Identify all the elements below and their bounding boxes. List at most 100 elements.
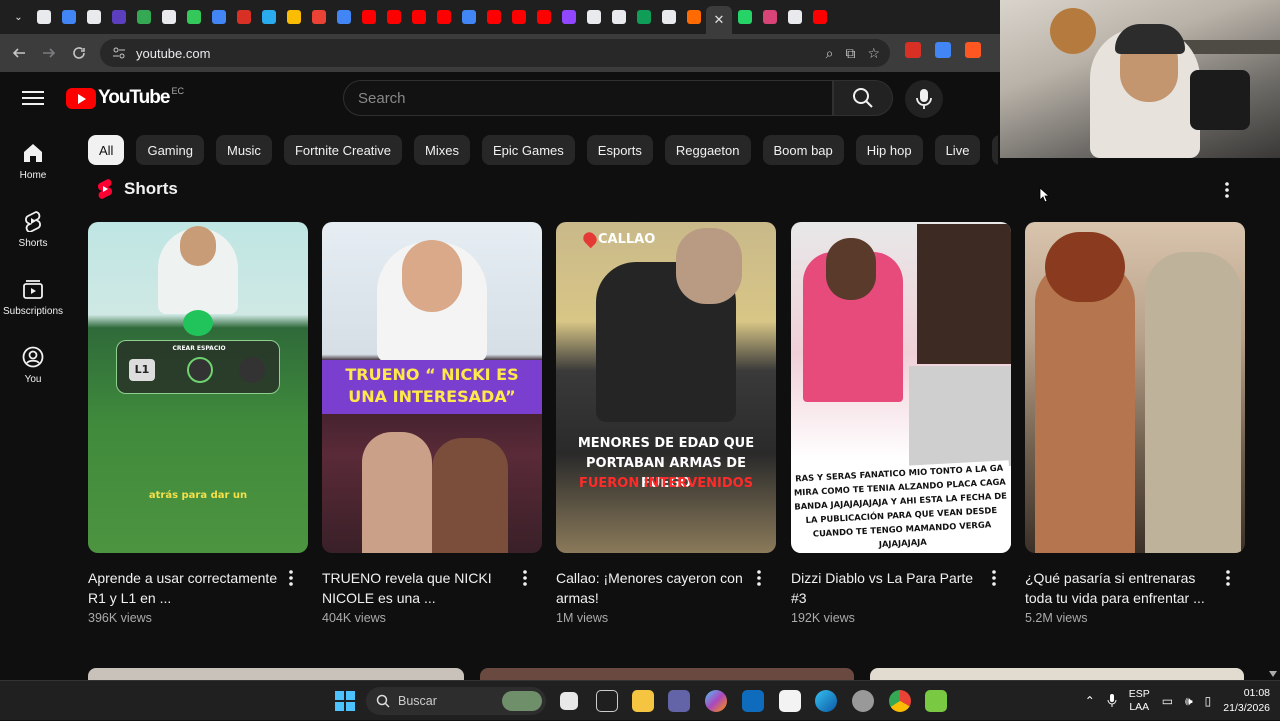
- browser-tab[interactable]: [256, 0, 281, 34]
- edge-icon[interactable]: [815, 690, 837, 712]
- short-card[interactable]: CALLAO MENORES DE EDAD QUE PORTABAN ARMA…: [556, 222, 776, 625]
- short-thumbnail[interactable]: TRUENO “ NICKI ES UNA INTERESADA”: [322, 222, 542, 553]
- browser-tab[interactable]: [807, 0, 832, 34]
- short-card[interactable]: ¿Qué pasaría si entrenaras toda tu vida …: [1025, 222, 1245, 625]
- browser-tab[interactable]: [556, 0, 581, 34]
- short-thumbnail[interactable]: CALLAO MENORES DE EDAD QUE PORTABAN ARMA…: [556, 222, 776, 553]
- taskbar-search[interactable]: Buscar: [366, 687, 546, 715]
- sidebar-item-subscriptions[interactable]: Subscriptions: [0, 260, 66, 328]
- site-info-icon[interactable]: [112, 46, 126, 60]
- clock[interactable]: 01:08 21/3/2026: [1223, 686, 1270, 716]
- chip-esports[interactable]: Esports: [586, 135, 653, 165]
- search-button[interactable]: [833, 80, 893, 116]
- browser-tab[interactable]: [306, 0, 331, 34]
- next-row-thumbnail[interactable]: [870, 668, 1244, 680]
- zoom-icon[interactable]: ⌕: [826, 45, 834, 62]
- widget-app-icon[interactable]: [596, 690, 618, 712]
- browser-tab[interactable]: [331, 0, 356, 34]
- reload-button[interactable]: [64, 38, 94, 68]
- chip-epic-games[interactable]: Epic Games: [481, 135, 575, 165]
- tray-mic-icon[interactable]: [1107, 694, 1117, 708]
- short-card[interactable]: CREAR ESPACIO L1 atrás para dar un Apren…: [88, 222, 308, 625]
- browser-tab[interactable]: [431, 0, 456, 34]
- tab-close-icon[interactable]: ✕: [714, 12, 725, 28]
- short-more-icon[interactable]: [756, 568, 762, 588]
- sidebar-item-home[interactable]: Home: [0, 124, 66, 192]
- battery-icon[interactable]: ▯: [1205, 694, 1212, 708]
- browser-tab[interactable]: [381, 0, 406, 34]
- search-input[interactable]: [358, 89, 818, 107]
- short-card[interactable]: RAS Y SERAS FANATICO MIO TONTO A LA GA M…: [791, 222, 1011, 625]
- chip-truncated[interactable]: Co: [992, 135, 998, 165]
- browser-tab[interactable]: [581, 0, 606, 34]
- more-vert-icon[interactable]: [1220, 180, 1234, 200]
- short-title[interactable]: Aprende a usar correctamente R1 y L1 en …: [88, 568, 278, 608]
- short-title[interactable]: ¿Qué pasaría si entrenaras toda tu vida …: [1025, 568, 1215, 608]
- settings-icon[interactable]: [852, 690, 874, 712]
- browser-tab[interactable]: [606, 0, 631, 34]
- short-card[interactable]: TRUENO “ NICKI ES UNA INTERESADA” TRUENO…: [322, 222, 542, 625]
- chip-boom-bap[interactable]: Boom bap: [762, 135, 844, 165]
- short-title[interactable]: TRUENO revela que NICKI NICOLE es una ..…: [322, 568, 512, 608]
- copilot-icon[interactable]: [705, 690, 727, 712]
- browser-tab[interactable]: [356, 0, 381, 34]
- browser-tab[interactable]: [206, 0, 231, 34]
- taskview-icon[interactable]: [560, 692, 578, 710]
- browser-tab[interactable]: [531, 0, 556, 34]
- volume-icon[interactable]: 🕪: [1185, 694, 1193, 709]
- chrome-icon[interactable]: [889, 690, 911, 712]
- language-indicator[interactable]: ESP LAA: [1129, 688, 1150, 714]
- extension-icon[interactable]: [935, 42, 951, 58]
- file-explorer-icon[interactable]: [632, 690, 654, 712]
- guide-menu-icon[interactable]: [22, 88, 44, 108]
- bookmark-star-icon[interactable]: ☆: [867, 45, 880, 62]
- short-more-icon[interactable]: [1225, 568, 1231, 588]
- browser-tab[interactable]: [131, 0, 156, 34]
- teams-icon[interactable]: [668, 690, 690, 712]
- windows-start-icon[interactable]: [335, 691, 355, 711]
- next-row-thumbnail[interactable]: [480, 668, 854, 680]
- browser-tab[interactable]: [456, 0, 481, 34]
- short-title[interactable]: Callao: ¡Menores cayeron con armas!: [556, 568, 746, 608]
- browser-tab[interactable]: [506, 0, 531, 34]
- browser-tab[interactable]: [757, 0, 782, 34]
- browser-tab[interactable]: [56, 0, 81, 34]
- youtube-logo[interactable]: YouTube EC: [66, 86, 184, 110]
- sidebar-item-shorts[interactable]: Shorts: [0, 192, 66, 260]
- back-button[interactable]: [4, 38, 34, 68]
- browser-tab[interactable]: [656, 0, 681, 34]
- tray-overflow-icon[interactable]: ⌃: [1085, 694, 1095, 708]
- address-bar[interactable]: youtube.com ⌕ ⧉ ☆: [100, 39, 890, 67]
- short-thumbnail[interactable]: RAS Y SERAS FANATICO MIO TONTO A LA GA M…: [791, 222, 1011, 553]
- obs-app-icon[interactable]: [925, 690, 947, 712]
- browser-tab[interactable]: [81, 0, 106, 34]
- short-thumbnail[interactable]: CREAR ESPACIO L1 atrás para dar un: [88, 222, 308, 553]
- browser-tab[interactable]: [181, 0, 206, 34]
- short-thumbnail[interactable]: [1025, 222, 1245, 553]
- browser-tab[interactable]: [681, 0, 706, 34]
- browser-tab[interactable]: [31, 0, 56, 34]
- short-more-icon[interactable]: [288, 568, 294, 588]
- sidebar-item-you[interactable]: You: [0, 328, 66, 396]
- short-more-icon[interactable]: [522, 568, 528, 588]
- browser-tab[interactable]: [782, 0, 807, 34]
- voice-search-button[interactable]: [905, 80, 943, 118]
- browser-tab[interactable]: [156, 0, 181, 34]
- browser-tab[interactable]: [281, 0, 306, 34]
- browser-tab[interactable]: [732, 0, 757, 34]
- extension-icon[interactable]: [965, 42, 981, 58]
- active-tab[interactable]: ✕: [706, 6, 732, 34]
- chip-gaming[interactable]: Gaming: [136, 135, 204, 165]
- short-title[interactable]: Dizzi Diablo vs La Para Parte #3: [791, 568, 981, 608]
- browser-tab[interactable]: [631, 0, 656, 34]
- next-row-thumbnail[interactable]: [88, 668, 464, 680]
- browser-tab[interactable]: [231, 0, 256, 34]
- chip-reggaeton[interactable]: Reggaeton: [664, 135, 751, 165]
- chip-all[interactable]: All: [88, 135, 125, 165]
- tab-search-button[interactable]: ⌄: [6, 0, 31, 34]
- network-icon[interactable]: ▭: [1162, 694, 1173, 708]
- chip-mixes[interactable]: Mixes: [414, 135, 470, 165]
- forward-button[interactable]: [34, 38, 64, 68]
- browser-tab[interactable]: [481, 0, 506, 34]
- browser-tab[interactable]: [106, 0, 131, 34]
